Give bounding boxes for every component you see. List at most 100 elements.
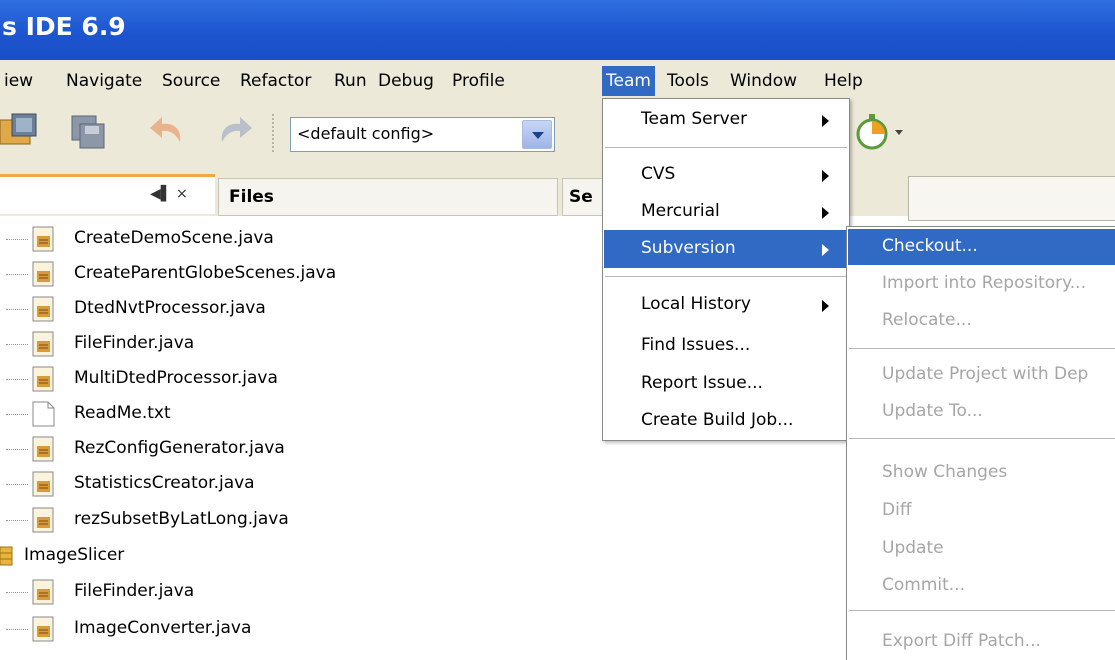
java-file-icon <box>32 579 54 605</box>
team-menu-item-create-build-job[interactable]: Create Build Job... <box>604 402 848 440</box>
window-title: s IDE 6.9 <box>2 12 126 41</box>
tab-projects[interactable]: ◀▌ × <box>0 174 215 214</box>
config-dropdown-button[interactable] <box>522 120 552 149</box>
menu-profile[interactable]: Profile <box>448 66 509 96</box>
profile-project-icon[interactable] <box>854 112 894 152</box>
menu-tools[interactable]: Tools <box>663 66 713 96</box>
submenu-arrow-icon <box>822 170 829 182</box>
menu-item-label: Import into Repository... <box>882 273 1086 293</box>
svn-item-update-project[interactable]: Update Project with Dep <box>848 357 1115 393</box>
title-bar: s IDE 6.9 <box>0 0 1115 60</box>
team-menu-item-find-issues[interactable]: Find Issues... <box>604 327 848 365</box>
redo-icon[interactable] <box>214 112 254 152</box>
menu-item-label: Find Issues... <box>641 335 751 355</box>
java-file-icon <box>32 261 54 287</box>
tree-item-label: rezSubsetByLatLong.java <box>74 509 289 529</box>
submenu-arrow-icon <box>822 115 829 127</box>
menu-navigate[interactable]: Navigate <box>62 66 146 96</box>
menu-item-label: Show Changes <box>882 462 1008 482</box>
team-menu-item-cvs[interactable]: CVS <box>604 156 848 194</box>
tab-files[interactable]: Files <box>218 178 558 216</box>
menu-bar: iew Navigate Source Refactor Run Debug P… <box>0 60 1115 100</box>
subversion-submenu: Checkout... Import into Repository... Re… <box>846 226 1115 660</box>
java-file-icon <box>32 616 54 642</box>
menu-source[interactable]: Source <box>158 66 224 96</box>
profile-dropdown-arrow-icon[interactable] <box>895 130 903 135</box>
svn-item-show-changes[interactable]: Show Changes <box>848 455 1115 491</box>
svn-item-update-to[interactable]: Update To... <box>848 394 1115 430</box>
svn-item-update[interactable]: Update <box>848 531 1115 567</box>
team-menu-item-subversion[interactable]: Subversion <box>604 230 848 268</box>
tree-item-label: DtedNvtProcessor.java <box>74 298 266 318</box>
menu-help[interactable]: Help <box>820 66 867 96</box>
svn-item-relocate[interactable]: Relocate... <box>848 303 1115 339</box>
tree-item-label: MultiDtedProcessor.java <box>74 368 278 388</box>
menu-item-label: Subversion <box>641 238 736 258</box>
java-file-icon <box>32 507 54 533</box>
submenu-arrow-icon <box>822 244 829 256</box>
team-menu-item-report-issue[interactable]: Report Issue... <box>604 365 848 403</box>
tab-files-label: Files <box>229 187 274 207</box>
menu-separator <box>605 276 847 277</box>
menu-item-label: Report Issue... <box>641 373 763 393</box>
save-all-icon[interactable] <box>68 112 108 152</box>
tab-services-label: Se <box>569 187 593 207</box>
tree-item-label: ImageConverter.java <box>74 618 252 638</box>
tree-item-label: StatisticsCreator.java <box>74 473 255 493</box>
ide-window: s IDE 6.9 iew Navigate Source Refactor R… <box>0 0 1115 660</box>
config-combo[interactable]: <default config> <box>290 117 555 152</box>
team-menu-item-mercurial[interactable]: Mercurial <box>604 193 848 231</box>
config-combo-value: <default config> <box>297 124 435 143</box>
menu-item-label: Update To... <box>882 401 983 421</box>
menu-item-label: Checkout... <box>882 236 978 256</box>
svn-item-checkout[interactable]: Checkout... <box>848 229 1115 265</box>
menu-item-label: Create Build Job... <box>641 410 794 430</box>
tree-item-label: FileFinder.java <box>74 333 195 353</box>
tab-services[interactable]: Se <box>562 178 607 216</box>
tree-item-label: FileFinder.java <box>74 581 195 601</box>
menu-item-label: Commit... <box>882 575 965 595</box>
menu-item-label: Update <box>882 538 944 558</box>
open-project-icon[interactable] <box>0 112 40 152</box>
tree-item-label: CreateParentGlobeScenes.java <box>74 263 337 283</box>
java-file-icon <box>32 331 54 357</box>
menu-window[interactable]: Window <box>726 66 801 96</box>
svn-item-import[interactable]: Import into Repository... <box>848 266 1115 302</box>
menu-team[interactable]: Team <box>602 66 655 96</box>
tree-item-label: CreateDemoScene.java <box>74 228 274 248</box>
menu-item-label: Diff <box>882 500 912 520</box>
menu-item-label: Relocate... <box>882 310 972 330</box>
text-file-icon <box>32 401 55 427</box>
menu-view[interactable]: iew <box>0 66 37 96</box>
tab-projects-controls[interactable]: ◀▌ × <box>150 186 188 202</box>
team-menu-item-team-server[interactable]: Team Server <box>604 101 848 139</box>
menu-item-label: CVS <box>641 164 676 184</box>
submenu-arrow-icon <box>822 207 829 219</box>
menu-item-label: Export Diff Patch... <box>882 631 1041 651</box>
tree-item-label: ReadMe.txt <box>74 403 171 423</box>
menu-separator <box>849 438 1115 439</box>
menu-item-label: Update Project with Dep <box>882 364 1089 384</box>
java-file-icon <box>32 296 54 322</box>
svn-item-export-diff-patch[interactable]: Export Diff Patch... <box>848 624 1115 660</box>
tree-folder-label: ImageSlicer <box>24 545 125 565</box>
svn-item-commit[interactable]: Commit... <box>848 568 1115 604</box>
team-menu: Team Server CVS Mercurial Subversion Loc… <box>602 98 850 441</box>
menu-refactor[interactable]: Refactor <box>236 66 315 96</box>
toolbar-separator <box>272 114 274 152</box>
team-menu-item-local-history[interactable]: Local History <box>604 286 848 324</box>
toolbar <box>0 100 1115 168</box>
menu-debug[interactable]: Debug <box>374 66 438 96</box>
menu-separator <box>849 348 1115 349</box>
tree-item-label: RezConfigGenerator.java <box>74 438 285 458</box>
menu-item-label: Team Server <box>641 109 748 129</box>
menu-run[interactable]: Run <box>330 66 371 96</box>
submenu-arrow-icon <box>822 300 829 312</box>
svn-item-diff[interactable]: Diff <box>848 493 1115 529</box>
java-file-icon <box>32 436 54 462</box>
menu-separator <box>849 610 1115 611</box>
java-file-icon <box>32 471 54 497</box>
undo-icon[interactable] <box>148 112 188 152</box>
java-file-icon <box>32 366 54 392</box>
menu-item-label: Local History <box>641 294 751 314</box>
